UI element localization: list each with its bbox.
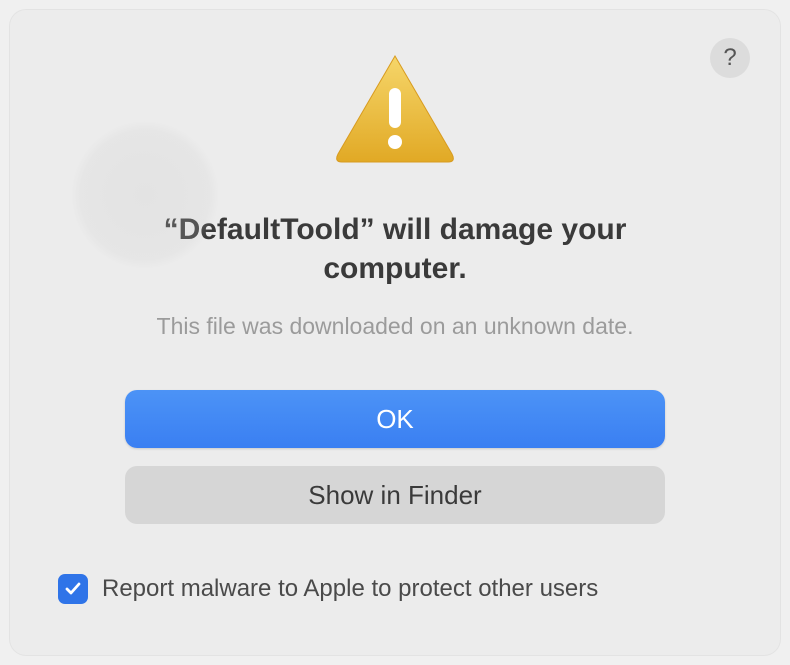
report-malware-label: Report malware to Apple to protect other… <box>102 575 598 603</box>
ok-button-label: OK <box>376 404 414 435</box>
show-in-finder-button[interactable]: Show in Finder <box>125 466 665 524</box>
alert-title: “DefaultToold” will damage your computer… <box>50 210 740 288</box>
gatekeeper-alert-dialog: ? “DefaultToold” will damage your comput… <box>10 10 780 655</box>
checkmark-icon <box>63 579 83 599</box>
show-in-finder-button-label: Show in Finder <box>308 480 481 511</box>
report-malware-checkbox[interactable] <box>58 574 88 604</box>
warning-icon <box>330 50 460 175</box>
ok-button[interactable]: OK <box>125 390 665 448</box>
alert-subtitle: This file was downloaded on an unknown d… <box>157 313 634 340</box>
help-button[interactable]: ? <box>710 38 750 78</box>
button-group: OK Show in Finder <box>125 390 665 524</box>
help-icon: ? <box>723 44 736 72</box>
report-malware-row: Report malware to Apple to protect other… <box>50 574 740 604</box>
